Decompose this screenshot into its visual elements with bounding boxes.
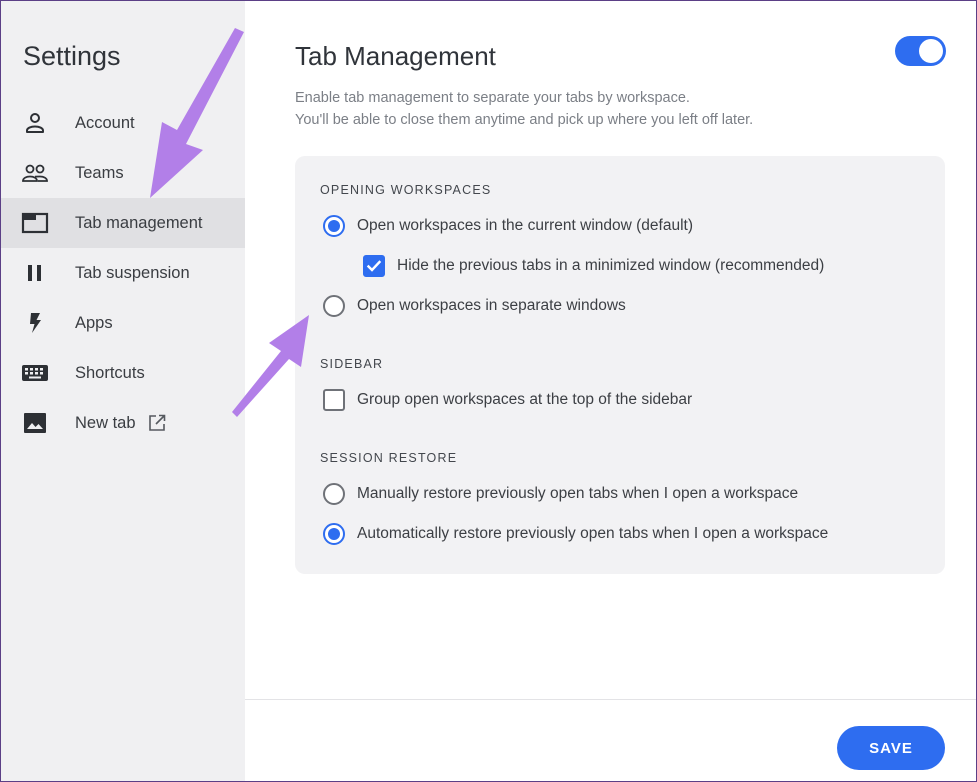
sidebar-item-label: Tab suspension xyxy=(75,263,190,282)
option-auto-restore[interactable]: Automatically restore previously open ta… xyxy=(323,523,828,545)
option-label: Open workspaces in the current window (d… xyxy=(357,217,693,234)
tab-management-toggle[interactable] xyxy=(895,36,946,66)
sidebar-title: Settings xyxy=(23,41,121,71)
settings-window: Settings Account Teams Tab management Ta… xyxy=(0,0,977,782)
people-icon xyxy=(21,159,49,187)
checkbox[interactable] xyxy=(323,389,345,411)
radio-button-selected[interactable] xyxy=(323,523,345,545)
checkmark-icon xyxy=(366,260,382,272)
settings-sidebar: Settings Account Teams Tab management Ta… xyxy=(1,1,245,781)
section-header-opening: OPENING WORKSPACES xyxy=(320,183,492,197)
option-group-workspaces[interactable]: Group open workspaces at the top of the … xyxy=(323,389,692,411)
sidebar-item-label: Account xyxy=(75,113,135,132)
sidebar-item-label: Shortcuts xyxy=(75,363,145,382)
radio-button-selected[interactable] xyxy=(323,215,345,237)
radio-button[interactable] xyxy=(323,295,345,317)
description-line-2: You'll be able to close them anytime and… xyxy=(295,112,754,128)
options-panel: OPENING WORKSPACES Open workspaces in th… xyxy=(295,156,945,574)
sidebar-item-label: Tab management xyxy=(75,213,203,232)
option-label: Automatically restore previously open ta… xyxy=(357,525,829,542)
person-icon xyxy=(21,109,49,137)
option-label: Group open workspaces at the top of the … xyxy=(357,391,693,408)
settings-main: Tab Management Enable tab management to … xyxy=(245,1,976,781)
save-button[interactable]: SAVE xyxy=(837,726,945,770)
option-open-separate-windows[interactable]: Open workspaces in separate windows xyxy=(323,295,626,317)
sidebar-item-shortcuts[interactable]: Shortcuts xyxy=(1,348,245,398)
option-hide-previous-tabs[interactable]: Hide the previous tabs in a minimized wi… xyxy=(363,255,824,277)
page-title: Tab Management xyxy=(295,41,496,71)
sidebar-item-tab-suspension[interactable]: Tab suspension xyxy=(1,248,245,298)
footer-divider xyxy=(245,699,976,700)
option-label: Open workspaces in separate windows xyxy=(357,297,626,314)
lightning-icon xyxy=(21,309,49,337)
sidebar-item-apps[interactable]: Apps xyxy=(1,298,245,348)
option-label: Hide the previous tabs in a minimized wi… xyxy=(397,257,825,274)
keyboard-icon xyxy=(21,359,49,387)
sidebar-item-new-tab[interactable]: New tab xyxy=(1,398,245,448)
toggle-knob xyxy=(919,39,943,63)
description-line-1: Enable tab management to separate your t… xyxy=(295,90,690,106)
external-link-icon xyxy=(148,414,166,432)
section-header-sidebar: SIDEBAR xyxy=(320,357,384,371)
option-manual-restore[interactable]: Manually restore previously open tabs wh… xyxy=(323,483,798,505)
sidebar-item-account[interactable]: Account xyxy=(1,98,245,148)
tab-window-icon xyxy=(21,209,49,237)
option-label: Manually restore previously open tabs wh… xyxy=(357,485,799,502)
option-open-current-window[interactable]: Open workspaces in the current window (d… xyxy=(323,215,693,237)
page-description: Enable tab management to separate your t… xyxy=(295,87,753,131)
section-header-session: SESSION RESTORE xyxy=(320,451,458,465)
sidebar-item-label: New tab xyxy=(75,413,136,432)
sidebar-item-label: Apps xyxy=(75,313,113,332)
sidebar-item-tab-management[interactable]: Tab management xyxy=(1,198,245,248)
pause-icon xyxy=(21,259,49,287)
radio-button[interactable] xyxy=(323,483,345,505)
sidebar-item-teams[interactable]: Teams xyxy=(1,148,245,198)
sidebar-item-label: Teams xyxy=(75,163,124,182)
checkbox-checked[interactable] xyxy=(363,255,385,277)
image-icon xyxy=(21,409,49,437)
